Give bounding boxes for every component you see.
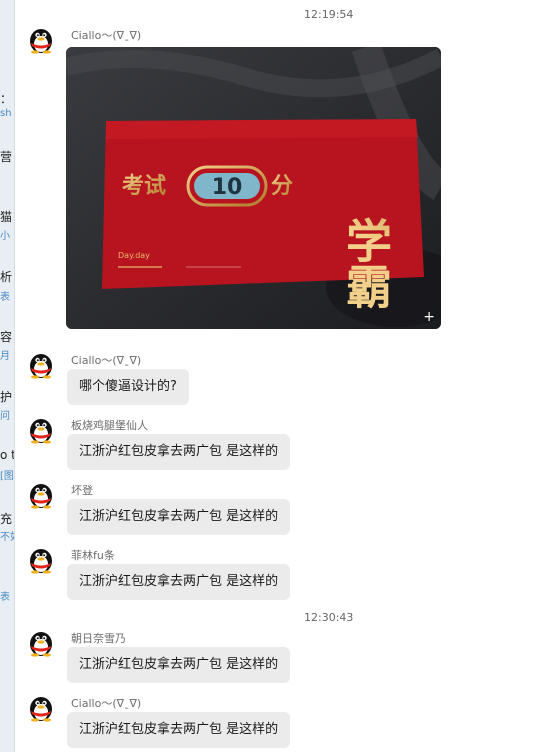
message-bubble[interactable]: 江浙沪红包皮拿去两广包 是这样的 [67,434,291,470]
list-fragment[interactable]: 充 [0,510,14,527]
list-fragment[interactable]: ： [0,90,14,107]
qq-penguin-icon[interactable] [26,349,56,379]
sender-name: 菲林fu条 [71,549,115,562]
sender-name: Ciallo～(∇ˍ∇) [71,697,142,710]
list-fragment[interactable]: 析 [0,268,14,285]
list-fragment[interactable]: 护 [0,388,14,405]
list-fragment[interactable]: 营 [0,148,14,165]
list-fragment: 月 [0,351,10,362]
message-bubble[interactable]: 江浙沪红包皮拿去两广包 是这样的 [67,712,291,748]
qq-penguin-icon[interactable] [26,414,56,444]
conversation-list-edge: ： sh 营 猫 小 析 表 容 月 护 问 o t [图 充 不如 表 [0,0,14,752]
badge-number: 10 [212,175,243,200]
sender-name: 坏登 [71,484,93,497]
message-bubble[interactable]: 江浙沪红包皮拿去两广包 是这样的 [67,647,291,683]
message-bubble[interactable]: 江浙沪红包皮拿去两广包 是这样的 [67,564,291,600]
expand-plus-icon[interactable]: + [423,309,435,325]
image-message[interactable]: 考试 10 分 学霸 Day.day + [66,47,441,329]
sender-name: Ciallo～(∇ˍ∇) [71,354,142,367]
list-fragment: 问 [0,411,10,422]
sender-name: 朝日奈雪乃 [71,632,126,645]
qq-penguin-icon[interactable] [26,479,56,509]
message-bubble[interactable]: 哪个傻逼设计的? [67,369,189,405]
calligraphy-text: 学霸 [339,217,393,309]
list-fragment: 表 [0,592,10,603]
list-fragment: 小 [0,231,10,242]
qq-penguin-icon[interactable] [26,692,56,722]
qq-penguin-icon[interactable] [26,544,56,574]
qq-penguin-icon[interactable] [26,24,56,54]
qq-penguin-icon[interactable] [26,627,56,657]
small-print: Day.day [118,251,150,260]
list-fragment: [图 [0,471,14,482]
list-fragment[interactable]: 容 [0,328,14,345]
list-fragment: 表 [0,292,10,303]
timestamp: 12:30:43 [304,611,354,624]
list-fragment[interactable]: o t [0,448,14,462]
timestamp: 12:19:54 [304,8,354,21]
envelope-suffix: 分 [271,173,293,199]
list-fragment: sh [0,108,12,119]
envelope-text: 考试 [122,173,166,199]
list-fragment: 不如 [0,532,14,543]
sender-name: 板烧鸡腿堡仙人 [71,419,148,432]
list-fragment[interactable]: 猫 [0,208,14,225]
message-bubble[interactable]: 江浙沪红包皮拿去两广包 是这样的 [67,499,291,535]
sender-name: Ciallo～(∇ˍ∇) [71,29,142,42]
